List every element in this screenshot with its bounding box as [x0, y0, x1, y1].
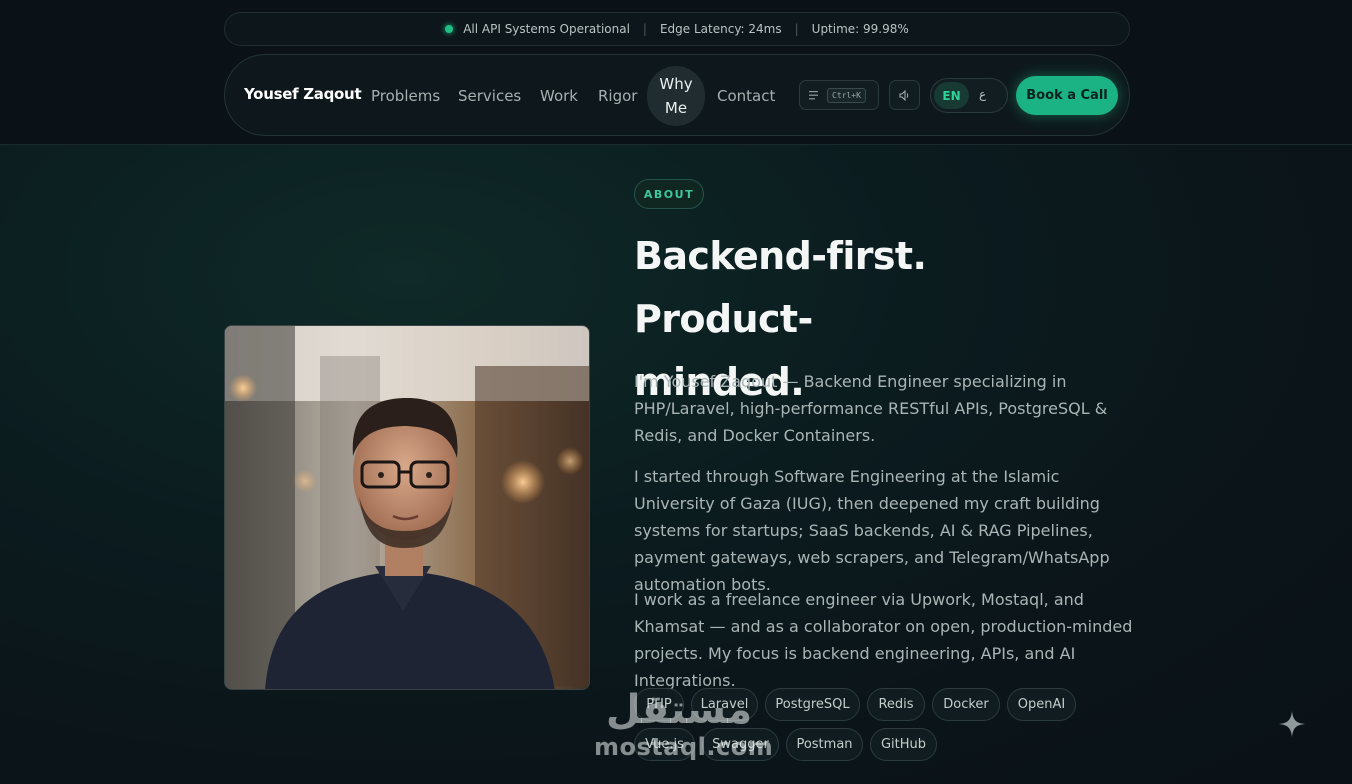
status-bar: All API Systems Operational | Edge Laten… — [224, 12, 1130, 46]
nav-link-problems[interactable]: Problems — [371, 87, 440, 105]
profile-photo — [224, 325, 590, 690]
status-operational: All API Systems Operational — [463, 22, 630, 36]
skill-chip: PostgreSQL — [765, 688, 860, 721]
about-paragraph-intro: I'm Yousef Zaqout — Backend Engineer spe… — [634, 372, 1108, 445]
about-paragraph-background: I started through Software Engineering a… — [634, 467, 1110, 594]
language-switcher: EN ع — [930, 78, 1008, 113]
skill-chip: Postman — [786, 728, 863, 761]
status-separator: | — [794, 22, 799, 36]
command-search-button[interactable]: Ctrl+K — [799, 80, 879, 110]
skill-chip: PHP — [634, 688, 684, 721]
nav-link-work[interactable]: Work — [540, 87, 578, 105]
main-nav: Yousef Zaqout Problems Services Work Rig… — [224, 54, 1130, 136]
shortcut-kbd: Ctrl+K — [827, 87, 866, 103]
status-dot-icon — [445, 25, 454, 33]
lang-ar-button[interactable]: ع — [979, 87, 986, 101]
nav-link-why-me[interactable]: Why Me — [647, 66, 705, 126]
skill-chip: Redis — [867, 688, 925, 721]
speaker-icon — [899, 89, 908, 101]
skill-chip: Laravel — [691, 688, 758, 721]
nav-link-contact[interactable]: Contact — [717, 87, 775, 105]
brand-logo[interactable]: Yousef Zaqout — [244, 85, 362, 103]
skill-chip: OpenAI — [1007, 688, 1076, 721]
status-latency: Edge Latency: 24ms — [659, 22, 782, 36]
nav-link-rigor[interactable]: Rigor — [598, 87, 637, 105]
sparkle-icon[interactable] — [1278, 710, 1306, 738]
menu-lines-icon — [809, 90, 818, 99]
skill-chip: Vue.js — [634, 728, 695, 761]
skill-chip: Docker — [932, 688, 1000, 721]
skill-chip: GitHub — [870, 728, 937, 761]
book-call-button[interactable]: Book a Call — [1016, 76, 1118, 115]
headline-line-1: Backend-first. Product- — [634, 234, 927, 341]
section-badge: ABOUT — [634, 179, 704, 209]
sound-toggle-button[interactable] — [889, 80, 920, 110]
portrait-image — [225, 326, 589, 689]
status-uptime: Uptime: 99.98% — [811, 22, 909, 36]
lang-en-button[interactable]: EN — [934, 82, 969, 109]
nav-link-services[interactable]: Services — [458, 87, 521, 105]
about-paragraph-freelance: I work as a freelance engineer via Upwor… — [634, 590, 1133, 690]
skill-chip: Swagger — [702, 728, 779, 761]
status-separator: | — [642, 22, 647, 36]
